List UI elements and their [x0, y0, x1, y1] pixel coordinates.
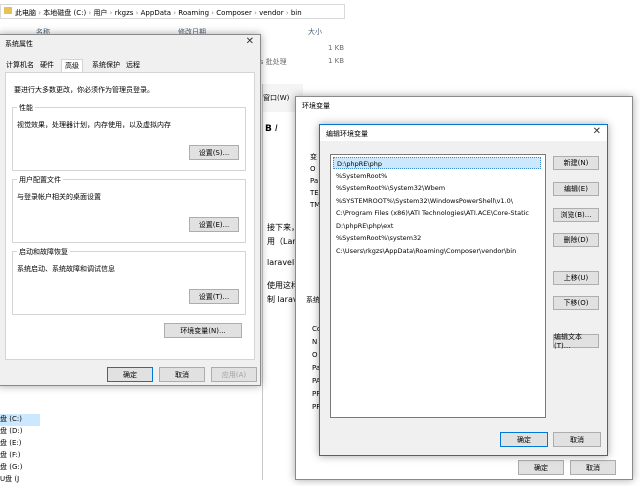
drive-item[interactable]: 盘 (D:)	[0, 426, 40, 438]
tab-panel: 要进行大多数更改，你必须作为管理员登录。 性能 视觉效果，处理器计划，内存使用，…	[5, 72, 255, 360]
breadcrumb-separator: ›	[107, 9, 115, 17]
environment-variables-button[interactable]: 环境变量(N)...	[164, 323, 242, 338]
titlebar: 系统属性 ✕	[0, 35, 260, 51]
breadcrumb-item[interactable]: 用户	[93, 9, 107, 17]
breadcrumb-separator: ›	[283, 9, 291, 17]
browse-button[interactable]: 浏览(B)...	[553, 208, 599, 222]
path-list-item[interactable]: D:\phpRE\php\ext	[333, 220, 541, 232]
breadcrumb: 此电脑 › 本地磁盘 (C:) › 用户 › rkgzs › AppData ›…	[15, 8, 302, 18]
env-cancel-button[interactable]: 取消	[570, 460, 616, 475]
startup-settings-button[interactable]: 设置(T)...	[189, 289, 239, 304]
doc-text-2: 用（Lar	[267, 237, 296, 246]
folder-icon	[4, 7, 12, 14]
path-list[interactable]: D:\phpRE\php %SystemRoot% %SystemRoot%\Sys…	[330, 154, 546, 418]
dialog-title: 编辑环境变量	[326, 130, 368, 138]
path-list-item[interactable]: %SystemRoot%\System32\Wbem	[333, 182, 541, 194]
tab-advanced[interactable]: 高级	[61, 59, 83, 72]
breadcrumb-item[interactable]: vendor	[259, 9, 284, 17]
group-desc: 视觉效果，处理器计划，内存使用，以及虚拟内存	[17, 121, 171, 129]
drive-item[interactable]: 盘 (E:)	[0, 438, 40, 450]
close-icon[interactable]: ✕	[246, 36, 254, 47]
drive-item[interactable]: U盘 (J	[0, 474, 40, 486]
breadcrumb-item[interactable]: Composer	[216, 9, 252, 17]
tab-hardware[interactable]: 硬件	[37, 59, 57, 72]
group-desc: 与登录帐户相关的桌面设置	[17, 193, 101, 201]
tab-remote[interactable]: 远程	[123, 59, 143, 72]
menu-window[interactable]: 窗口(W)	[263, 93, 289, 103]
dialog-title: 系统属性	[5, 40, 33, 48]
startup-recovery-group: 启动和故障恢复 系统启动、系统故障和调试信息 设置(T)...	[12, 247, 246, 315]
ok-button[interactable]: 确定	[107, 367, 153, 382]
performance-group: 性能 视觉效果，处理器计划，内存使用，以及虚拟内存 设置(S)...	[12, 103, 246, 171]
system-vars-label: 系统	[306, 296, 320, 304]
breadcrumb-item[interactable]: bin	[291, 9, 302, 17]
dialog-title: 环境变量	[302, 102, 330, 110]
drive-item[interactable]: 盘 (G:)	[0, 462, 40, 474]
doc-text-5: 制 larav	[267, 295, 298, 304]
group-desc: 系统启动、系统故障和调试信息	[17, 265, 115, 273]
breadcrumb-item[interactable]: 此电脑	[15, 9, 36, 17]
bold-icon[interactable]: B	[265, 124, 272, 134]
address-bar[interactable]: 此电脑 › 本地磁盘 (C:) › 用户 › rkgzs › AppData ›…	[0, 4, 345, 19]
delete-button[interactable]: 删除(D)	[553, 233, 599, 247]
breadcrumb-item[interactable]: rkgzs	[115, 9, 134, 17]
path-list-item[interactable]: C:\Program Files (x86)\ATI Technologies\…	[333, 207, 541, 219]
titlebar: 环境变量	[296, 97, 632, 113]
system-properties-dialog: 系统属性 ✕ 计算机名 硬件 高级 系统保护 远程 要进行大多数更改，你必须作为…	[0, 34, 261, 386]
new-button[interactable]: 新建(N)	[553, 156, 599, 170]
column-header-size[interactable]: 大小	[308, 27, 322, 37]
performance-settings-button[interactable]: 设置(S)...	[189, 145, 239, 160]
breadcrumb-item[interactable]: 本地磁盘 (C:)	[43, 9, 86, 17]
move-down-button[interactable]: 下移(O)	[553, 296, 599, 310]
path-list-item[interactable]: %SystemRoot%	[333, 170, 541, 182]
italic-icon[interactable]: I	[275, 124, 278, 134]
titlebar: 编辑环境变量 ✕	[320, 125, 607, 141]
path-list-item[interactable]: D:\phpRE\php	[333, 157, 541, 169]
breadcrumb-item[interactable]: Roaming	[178, 9, 209, 17]
edit-env-dialog: 编辑环境变量 ✕ D:\phpRE\php %SystemRoot% %System…	[319, 124, 608, 456]
tab-system-protection[interactable]: 系统保护	[89, 59, 123, 72]
edit-cancel-button[interactable]: 取消	[553, 432, 601, 447]
move-up-button[interactable]: 上移(U)	[553, 271, 599, 285]
file-size-cell: 1 KB	[328, 57, 345, 65]
drive-list: 盘 (C:) 盘 (D:) 盘 (E:) 盘 (F:) 盘 (G:) U盘 (J	[0, 414, 40, 486]
breadcrumb-separator: ›	[133, 9, 141, 17]
close-icon[interactable]: ✕	[593, 126, 601, 137]
cancel-button[interactable]: 取消	[159, 367, 205, 382]
breadcrumb-separator: ›	[251, 9, 260, 17]
apply-button[interactable]: 应用(A)	[211, 367, 257, 382]
group-label: 性能	[17, 103, 35, 113]
tab-strip: 计算机名 硬件 高级 系统保护 远程	[3, 59, 253, 72]
path-list-item[interactable]: C:\Users\rkgzs\AppData\Roaming\Composer\…	[333, 245, 541, 257]
edit-text-button[interactable]: 编辑文本(T)...	[553, 333, 599, 350]
drive-item[interactable]: 盘 (C:)	[0, 414, 40, 426]
path-list-item[interactable]: %SystemRoot%\system32	[333, 232, 541, 244]
group-label: 启动和故障恢复	[17, 247, 70, 257]
tab-computer-name[interactable]: 计算机名	[3, 59, 37, 72]
user-profiles-group: 用户配置文件 与登录帐户相关的桌面设置 设置(E)...	[12, 175, 246, 243]
breadcrumb-item[interactable]: AppData	[141, 9, 171, 17]
drive-item[interactable]: 盘 (F:)	[0, 450, 40, 462]
admin-note: 要进行大多数更改，你必须作为管理员登录。	[14, 86, 154, 94]
env-ok-button[interactable]: 确定	[518, 460, 564, 475]
path-list-item[interactable]: %SYSTEMROOT%\System32\WindowsPowerShell\…	[333, 195, 541, 207]
edit-button[interactable]: 编辑(E)	[553, 182, 599, 196]
profiles-settings-button[interactable]: 设置(E)...	[189, 217, 239, 232]
edit-ok-button[interactable]: 确定	[500, 432, 548, 447]
file-size-cell: 1 KB	[328, 44, 345, 52]
group-label: 用户配置文件	[17, 175, 63, 185]
